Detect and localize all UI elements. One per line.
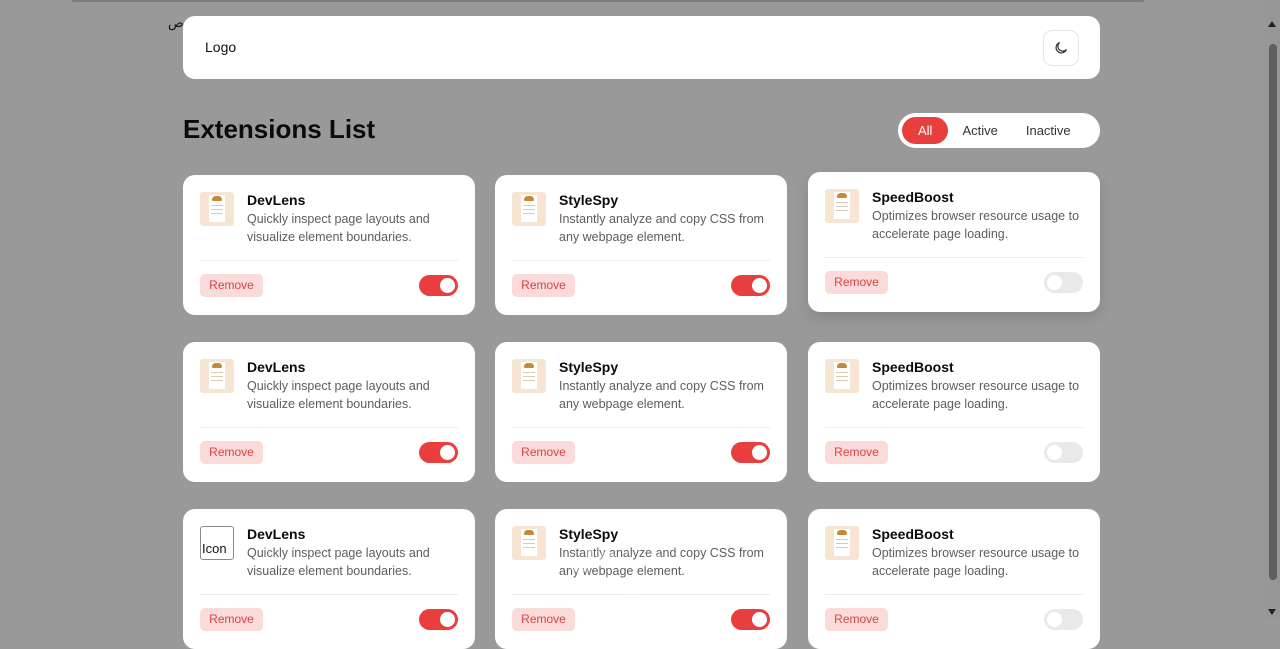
remove-button[interactable]: Remove <box>200 608 263 631</box>
scroll-thumb[interactable] <box>1269 44 1277 580</box>
remove-button[interactable]: Remove <box>200 274 263 297</box>
rtl-text-fragment: ص <box>168 15 184 30</box>
card-divider <box>200 427 458 428</box>
theme-toggle-button[interactable] <box>1043 30 1079 66</box>
extension-card: SpeedBoost Optimizes browser resource us… <box>808 172 1100 312</box>
extension-name: DevLens <box>247 526 306 542</box>
enable-toggle[interactable] <box>419 275 458 296</box>
extension-description: Optimizes browser resource usage to acce… <box>872 379 1080 411</box>
extension-description: Optimizes browser resource usage to acce… <box>872 209 1080 241</box>
document-icon <box>200 192 234 226</box>
remove-button[interactable]: Remove <box>825 271 888 294</box>
extension-name: StyleSpy <box>559 192 619 208</box>
browser-frame-edge <box>72 0 1144 2</box>
enable-toggle[interactable] <box>1044 272 1083 293</box>
extension-name: SpeedBoost <box>872 359 954 375</box>
document-icon <box>512 192 546 226</box>
page-title: Extensions List <box>183 114 376 144</box>
remove-button[interactable]: Remove <box>825 441 888 464</box>
card-divider <box>825 427 1083 428</box>
filter-inactive[interactable]: Inactive <box>1012 117 1085 144</box>
scrollbar[interactable] <box>1265 0 1280 621</box>
extension-description: Instantly analyze and copy CSS from any … <box>559 546 764 578</box>
document-icon <box>200 359 234 393</box>
filter-tabs: All Active Inactive <box>898 113 1100 148</box>
document-icon <box>825 189 859 223</box>
extension-name: SpeedBoost <box>872 189 954 205</box>
extension-description: Quickly inspect page layouts and visuali… <box>247 379 430 411</box>
extension-name: StyleSpy <box>559 526 619 542</box>
card-divider <box>512 260 770 261</box>
extension-card: Icon DevLens Quickly inspect page layout… <box>183 509 475 649</box>
extension-card: SpeedBoost Optimizes browser resource us… <box>808 342 1100 482</box>
logo-alt-text: Logo <box>205 39 237 55</box>
scroll-up-arrow-icon[interactable] <box>1268 21 1276 27</box>
filter-all[interactable]: All <box>902 117 949 144</box>
enable-toggle[interactable] <box>731 275 770 296</box>
card-divider <box>200 260 458 261</box>
extension-card: StyleSpy Instantly analyze and copy CSS … <box>495 342 787 482</box>
card-divider <box>825 257 1083 258</box>
extension-card: StyleSpy Instantly analyze and copy CSS … <box>495 175 787 315</box>
enable-toggle[interactable] <box>1044 609 1083 630</box>
extension-card: StyleSpy Instantly analyze and copy CSS … <box>495 509 787 649</box>
moon-icon <box>1055 42 1067 54</box>
document-icon <box>825 526 859 560</box>
extension-description: Instantly analyze and copy CSS from any … <box>559 212 764 244</box>
remove-button[interactable]: Remove <box>200 441 263 464</box>
remove-button[interactable]: Remove <box>825 608 888 631</box>
card-divider <box>825 594 1083 595</box>
document-icon <box>825 359 859 393</box>
header-bar: Logo <box>183 16 1100 79</box>
remove-button[interactable]: Remove <box>512 608 575 631</box>
scroll-down-arrow-icon[interactable] <box>1268 609 1276 615</box>
remove-button[interactable]: Remove <box>512 441 575 464</box>
extension-description: Quickly inspect page layouts and visuali… <box>247 546 430 578</box>
enable-toggle[interactable] <box>731 442 770 463</box>
card-divider <box>512 427 770 428</box>
extension-card: SpeedBoost Optimizes browser resource us… <box>808 509 1100 649</box>
enable-toggle[interactable] <box>1044 442 1083 463</box>
extension-name: DevLens <box>247 359 306 375</box>
extension-name: SpeedBoost <box>872 526 954 542</box>
document-icon <box>512 526 546 560</box>
icon-alt-text: Icon <box>202 541 227 556</box>
document-icon <box>512 359 546 393</box>
filter-active[interactable]: Active <box>948 117 1011 144</box>
extension-description: Instantly analyze and copy CSS from any … <box>559 379 764 411</box>
card-divider <box>512 594 770 595</box>
extension-name: StyleSpy <box>559 359 619 375</box>
extension-card: DevLens Quickly inspect page layouts and… <box>183 342 475 482</box>
enable-toggle[interactable] <box>731 609 770 630</box>
logo: Logo <box>203 39 236 55</box>
extension-description: Quickly inspect page layouts and visuali… <box>247 212 430 244</box>
broken-image-icon: Icon <box>200 526 234 560</box>
card-divider <box>200 594 458 595</box>
extension-name: DevLens <box>247 192 306 208</box>
enable-toggle[interactable] <box>419 609 458 630</box>
enable-toggle[interactable] <box>419 442 458 463</box>
remove-button[interactable]: Remove <box>512 274 575 297</box>
extension-card: DevLens Quickly inspect page layouts and… <box>183 175 475 315</box>
extension-description: Optimizes browser resource usage to acce… <box>872 546 1080 578</box>
